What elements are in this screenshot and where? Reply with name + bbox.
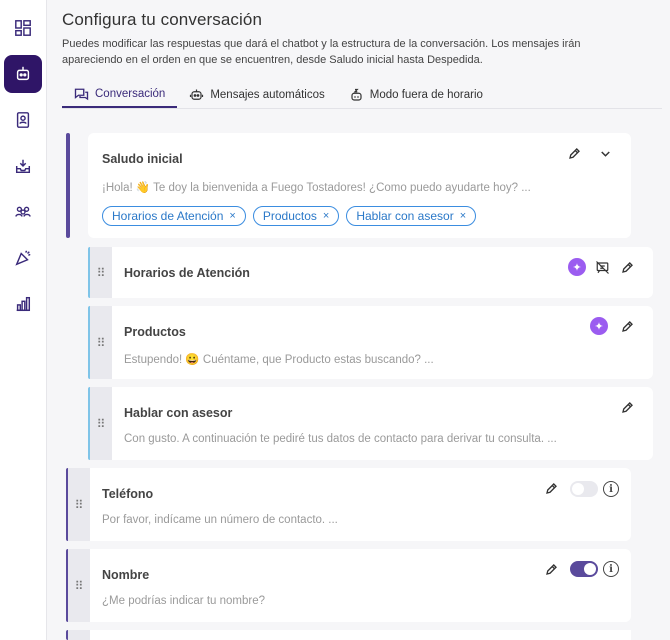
pencil-icon	[545, 482, 557, 494]
chip-horarios[interactable]: Horarios de Atención ×	[102, 206, 246, 226]
toggle-knob	[584, 563, 596, 575]
ai-sparkle-icon[interactable]: ✦	[590, 317, 608, 335]
edit-button[interactable]	[618, 258, 636, 276]
card-title: Hablar con asesor	[124, 406, 233, 420]
page-description: Puedes modificar las respuestas que dará…	[62, 38, 581, 66]
dashboard-icon	[15, 20, 31, 36]
tab-mensajes-automaticos[interactable]: Mensajes automáticos	[177, 82, 336, 108]
chip-label: Hablar con asesor	[356, 209, 454, 223]
saludo-inicial-card[interactable]: Saludo inicial ¡Hola! 👋 Te doy la bienve…	[88, 133, 631, 238]
remove-chip-icon[interactable]: ×	[229, 210, 235, 222]
remove-chip-icon[interactable]: ×	[323, 210, 329, 222]
sidebar-item-chatbot[interactable]	[4, 55, 42, 93]
sidebar-item-analytics[interactable]	[4, 285, 42, 323]
sidebar-item-dashboard[interactable]	[4, 9, 42, 47]
drag-handle[interactable]: ⠿	[90, 387, 112, 460]
robot-icon	[16, 66, 30, 81]
tab-modo-fuera-horario[interactable]: Modo fuera de horario	[337, 82, 495, 108]
collapse-button[interactable]	[596, 144, 614, 162]
sidebar-item-contacts[interactable]	[4, 101, 42, 139]
field-card-telefono[interactable]: Teléfono i Por favor, indícame un número…	[90, 468, 631, 541]
option-card-productos[interactable]: Productos ✦ Estupendo! 😀 Cuéntame, que P…	[112, 306, 653, 379]
edit-button[interactable]	[565, 144, 583, 162]
chip-hablar-asesor[interactable]: Hablar con asesor ×	[346, 206, 477, 226]
tab-label: Conversación	[95, 88, 166, 100]
sidebar-item-campaigns[interactable]	[4, 239, 42, 277]
drag-handle[interactable]: ⠿	[90, 306, 112, 379]
card-title: Saludo inicial	[102, 152, 183, 166]
card-message: ¡Hola! 👋 Te doy la bienvenida a Fuego To…	[102, 182, 531, 194]
edit-button[interactable]	[618, 398, 636, 416]
card-title: Horarios de Atención	[124, 266, 250, 280]
sidebar-item-users[interactable]	[4, 193, 42, 231]
info-icon[interactable]: i	[603, 561, 619, 577]
drag-handle[interactable]: ⠿	[68, 549, 90, 622]
card-message: Por favor, indícame un número de contact…	[102, 514, 338, 526]
option-card-horarios[interactable]: Horarios de Atención ✦	[112, 247, 653, 298]
card-message: Con gusto. A continuación te pediré tus …	[124, 433, 557, 445]
tab-label: Modo fuera de horario	[369, 89, 483, 101]
remove-chip-icon[interactable]: ×	[460, 210, 466, 222]
drag-handle[interactable]: ⠿	[90, 247, 112, 298]
chat-icon	[74, 88, 89, 100]
bar-chart-icon	[16, 296, 31, 312]
robot-icon	[190, 89, 204, 100]
drag-handle[interactable]: ⠿	[68, 468, 90, 541]
tab-bar: Conversación Mensajes automáticos Modo f…	[62, 82, 662, 109]
pencil-icon	[545, 563, 557, 575]
pencil-icon	[621, 261, 633, 273]
chevron-down-icon	[600, 150, 610, 157]
card-title: Productos	[124, 325, 186, 339]
card-title: Nombre	[102, 568, 150, 582]
field-card-nombre[interactable]: Nombre i ¿Me podrías indicar tu nombre?	[90, 549, 631, 622]
pencil-icon	[621, 320, 633, 332]
info-icon[interactable]: i	[603, 481, 619, 497]
contacts-book-icon	[16, 112, 30, 128]
chip-productos[interactable]: Productos ×	[252, 206, 340, 226]
inbox-icon	[15, 159, 31, 174]
page-title: Configura tu conversación	[62, 10, 263, 29]
field-card-next[interactable]	[90, 630, 631, 640]
campaign-icon	[15, 250, 31, 266]
pencil-icon	[621, 401, 633, 413]
tab-label: Mensajes automáticos	[210, 89, 325, 101]
card-accent-bar	[66, 133, 70, 238]
ai-sparkle-icon[interactable]: ✦	[568, 258, 586, 276]
drag-handle[interactable]	[68, 630, 90, 640]
edit-button[interactable]	[542, 560, 560, 578]
toggle-knob	[572, 483, 584, 495]
hide-message-button[interactable]	[593, 258, 611, 276]
edit-button[interactable]	[618, 317, 636, 335]
required-toggle[interactable]	[570, 561, 598, 577]
option-chips: Horarios de Atención × Productos × Hablar …	[102, 206, 477, 226]
users-icon	[15, 206, 31, 217]
card-message: ¿Me podrías indicar tu nombre?	[102, 595, 265, 607]
chip-label: Horarios de Atención	[112, 209, 224, 223]
message-off-icon	[595, 260, 609, 274]
card-message: Estupendo! 😀 Cuéntame, que Producto esta…	[124, 354, 434, 366]
pencil-icon	[568, 147, 580, 159]
card-title: Teléfono	[102, 487, 154, 501]
option-card-hablar-asesor[interactable]: Hablar con asesor Con gusto. A continuac…	[112, 387, 653, 460]
sidebar	[0, 0, 47, 640]
sleep-robot-icon	[351, 88, 362, 101]
edit-button[interactable]	[542, 479, 560, 497]
chip-label: Productos	[262, 209, 317, 223]
page-header: Configura tu conversación Puedes modific…	[62, 10, 662, 68]
required-toggle[interactable]	[570, 481, 598, 497]
sidebar-item-inbox[interactable]	[4, 147, 42, 185]
tab-conversacion[interactable]: Conversación	[62, 82, 178, 108]
